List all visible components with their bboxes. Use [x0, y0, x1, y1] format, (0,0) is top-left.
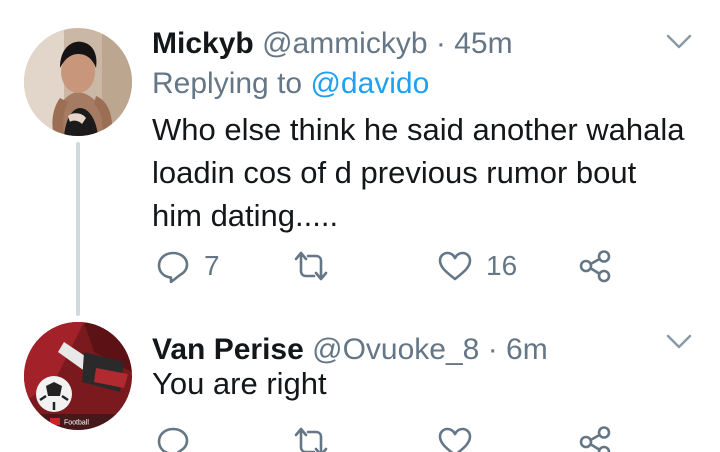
reply-button[interactable]: 7 — [156, 246, 220, 286]
thread-connector-line — [76, 142, 80, 316]
share-icon — [579, 250, 611, 283]
heart-icon — [438, 427, 472, 452]
display-name[interactable]: Mickyb — [152, 27, 254, 60]
timestamp[interactable]: 45m — [454, 27, 512, 60]
separator: · — [435, 27, 446, 60]
replying-to: Replying to @davido — [152, 66, 429, 102]
share-button[interactable] — [578, 422, 612, 452]
reply-icon — [157, 427, 189, 452]
share-button[interactable] — [578, 246, 612, 286]
share-icon — [579, 426, 611, 452]
tweet-actions — [152, 422, 712, 452]
heart-icon — [438, 251, 472, 281]
chevron-down-icon[interactable] — [666, 334, 692, 350]
reply-icon — [157, 251, 189, 283]
avatar-photo: Football — [24, 322, 132, 430]
retweet-button[interactable] — [294, 246, 342, 286]
avatar-photo — [24, 28, 132, 136]
retweet-icon — [294, 427, 328, 452]
tweet[interactable]: Mickyb @ammickyb · 45m Replying to @davi… — [0, 0, 720, 316]
tweet-header: Mickyb @ammickyb · 45m — [152, 26, 513, 62]
user-handle[interactable]: @ammickyb — [262, 27, 427, 60]
avatar[interactable]: Football — [24, 322, 132, 430]
chevron-down-icon[interactable] — [666, 34, 692, 50]
avatar-watermark: Football — [64, 420, 89, 427]
like-button[interactable] — [438, 422, 486, 452]
tweet-text: You are right — [152, 366, 327, 401]
reply-count: 7 — [204, 250, 220, 281]
tweet-text: Who else think he said another wahala lo… — [152, 112, 685, 233]
tweet[interactable]: Football Van Perise @Ovuoke_8 · 6m You a… — [0, 310, 720, 452]
reply-button[interactable] — [156, 422, 204, 452]
replying-to-label: Replying to — [152, 67, 303, 100]
like-button[interactable]: 16 — [438, 246, 517, 286]
retweet-button[interactable] — [294, 422, 342, 452]
retweet-icon — [294, 251, 328, 281]
timeline: Mickyb @ammickyb · 45m Replying to @davi… — [0, 0, 720, 452]
replying-to-mention[interactable]: @davido — [310, 67, 429, 100]
like-count: 16 — [486, 250, 518, 281]
tweet-actions: 7 16 — [152, 246, 712, 286]
avatar[interactable] — [24, 28, 132, 136]
